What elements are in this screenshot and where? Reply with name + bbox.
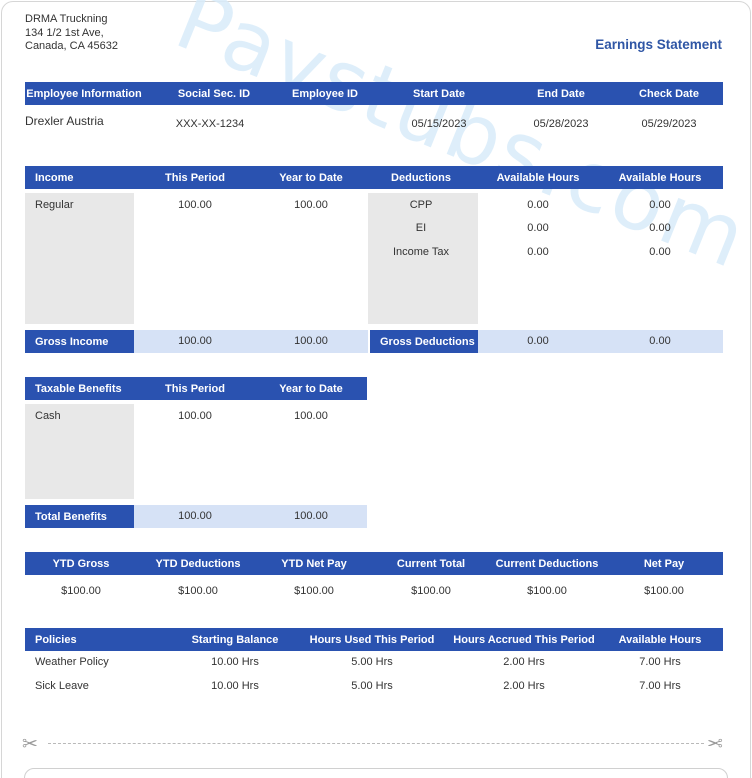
employee-header-info: Employee Information bbox=[26, 88, 142, 100]
policies-header-available: Available Hours bbox=[618, 634, 702, 646]
total-benefits-period: 100.00 bbox=[178, 510, 212, 522]
income-header-period: This Period bbox=[165, 172, 225, 184]
summary-header-ytd-deductions: YTD Deductions bbox=[155, 558, 241, 570]
summary-ytd-gross: $100.00 bbox=[61, 585, 101, 597]
income-row-ytd: 100.00 bbox=[294, 199, 328, 211]
gross-deductions-band bbox=[478, 330, 723, 353]
summary-header: YTD Gross YTD Deductions YTD Net Pay Cur… bbox=[25, 552, 723, 575]
income-header-income: Income bbox=[35, 172, 74, 184]
total-benefits-label-box: Total Benefits bbox=[25, 505, 134, 528]
statement-title: Earnings Statement bbox=[595, 37, 722, 52]
deduction-row-value: 0.00 bbox=[527, 199, 549, 211]
company-address-line1: 134 1/2 1st Ave, bbox=[25, 26, 104, 39]
policy-used: 5.00 Hrs bbox=[351, 656, 393, 668]
summary-header-current-total: Current Total bbox=[396, 558, 466, 570]
gross-income-ytd: 100.00 bbox=[294, 335, 328, 347]
policies-header-start: Starting Balance bbox=[191, 634, 279, 646]
gross-deductions-label: Gross Deductions bbox=[380, 336, 475, 348]
policy-available: 7.00 Hrs bbox=[639, 656, 681, 668]
summary-ytd-deductions: $100.00 bbox=[178, 585, 218, 597]
employee-header-check: Check Date bbox=[639, 88, 699, 100]
gross-income-band bbox=[134, 330, 368, 353]
employee-header-ssn: Social Sec. ID bbox=[177, 88, 251, 100]
deduction-row-value: 0.00 bbox=[649, 222, 671, 234]
income-header-ytd: Year to Date bbox=[279, 172, 343, 184]
policies-header-accrued: Hours Accrued This Period bbox=[453, 634, 595, 646]
income-header-available-1: Available Hours bbox=[496, 172, 580, 184]
company-address-line2: Canada, CA 45632 bbox=[25, 40, 118, 52]
income-header: Income This Period Year to Date Deductio… bbox=[25, 166, 723, 189]
gross-income-label: Gross Income bbox=[35, 336, 109, 348]
benefits-header: Taxable Benefits This Period Year to Dat… bbox=[25, 377, 367, 400]
total-benefits-ytd: 100.00 bbox=[294, 510, 328, 522]
income-header-available-2: Available Hours bbox=[618, 172, 702, 184]
income-row-label: Regular bbox=[35, 199, 74, 211]
policy-available: 7.00 Hrs bbox=[639, 680, 681, 692]
income-header-deductions: Deductions bbox=[391, 172, 451, 184]
summary-ytd-net-pay: $100.00 bbox=[294, 585, 334, 597]
deduction-row-label: EI bbox=[415, 222, 427, 234]
total-benefits-band bbox=[134, 505, 367, 528]
policy-accrued: 2.00 Hrs bbox=[503, 680, 545, 692]
summary-header-net-pay: Net Pay bbox=[643, 558, 685, 570]
income-label-column bbox=[25, 193, 134, 324]
gross-income-period: 100.00 bbox=[178, 335, 212, 347]
policies-header: Policies Starting Balance Hours Used Thi… bbox=[25, 628, 723, 651]
deduction-row-value: 0.00 bbox=[649, 199, 671, 211]
benefit-row-ytd: 100.00 bbox=[294, 410, 328, 422]
scissors-icon: ✂ bbox=[707, 734, 723, 755]
summary-header-ytd-gross: YTD Gross bbox=[52, 558, 110, 570]
deduction-row-label: Income Tax bbox=[392, 246, 450, 258]
employee-end-date: 05/28/2023 bbox=[533, 118, 589, 130]
employee-header-start: Start Date bbox=[413, 88, 465, 100]
company-block: DRMA Truckning 134 1/2 1st Ave, Canada, … bbox=[25, 13, 118, 54]
benefit-row-label: Cash bbox=[35, 410, 61, 422]
gross-deductions-value: 0.00 bbox=[527, 335, 549, 347]
employee-header-id: Employee ID bbox=[291, 88, 359, 100]
gross-deductions-value: 0.00 bbox=[649, 335, 671, 347]
income-row-period: 100.00 bbox=[178, 199, 212, 211]
employee-header-end: End Date bbox=[537, 88, 585, 100]
policy-accrued: 2.00 Hrs bbox=[503, 656, 545, 668]
deduction-row-value: 0.00 bbox=[527, 222, 549, 234]
summary-current-total: $100.00 bbox=[411, 585, 451, 597]
deduction-label-column bbox=[368, 193, 478, 324]
benefit-row-period: 100.00 bbox=[178, 410, 212, 422]
benefits-header-label: Taxable Benefits bbox=[35, 383, 122, 395]
pay-stub-lower-section bbox=[24, 768, 728, 778]
policy-start: 10.00 Hrs bbox=[211, 656, 259, 668]
deduction-row-value: 0.00 bbox=[649, 246, 671, 258]
deduction-row-label: CPP bbox=[409, 199, 433, 211]
policy-name: Weather Policy bbox=[35, 656, 109, 668]
company-name: DRMA Truckning bbox=[25, 13, 108, 25]
scissors-icon: ✂ bbox=[22, 734, 38, 755]
employee-check-date: 05/29/2023 bbox=[641, 118, 697, 130]
employee-start-date: 05/15/2023 bbox=[411, 118, 467, 130]
employee-name: Drexler Austria bbox=[25, 114, 104, 128]
deduction-row-value: 0.00 bbox=[527, 246, 549, 258]
policy-name: Sick Leave bbox=[35, 680, 89, 692]
cut-line bbox=[48, 743, 704, 744]
benefits-header-ytd: Year to Date bbox=[279, 383, 343, 395]
total-benefits-label: Total Benefits bbox=[35, 511, 107, 523]
summary-net-pay: $100.00 bbox=[644, 585, 684, 597]
employee-ssn: XXX-XX-1234 bbox=[175, 118, 245, 130]
summary-header-ytd-net: YTD Net Pay bbox=[281, 558, 347, 570]
summary-current-deductions: $100.00 bbox=[527, 585, 567, 597]
employee-header: Employee Information Social Sec. ID Empl… bbox=[25, 82, 723, 105]
policies-header-used: Hours Used This Period bbox=[309, 634, 435, 646]
gross-income-label-box: Gross Income bbox=[25, 330, 134, 353]
policy-used: 5.00 Hrs bbox=[351, 680, 393, 692]
benefits-header-period: This Period bbox=[165, 383, 225, 395]
policies-header-name: Policies bbox=[35, 634, 77, 646]
policy-start: 10.00 Hrs bbox=[211, 680, 259, 692]
gross-deductions-label-box: Gross Deductions bbox=[370, 330, 478, 353]
summary-header-current-deductions: Current Deductions bbox=[495, 558, 599, 570]
